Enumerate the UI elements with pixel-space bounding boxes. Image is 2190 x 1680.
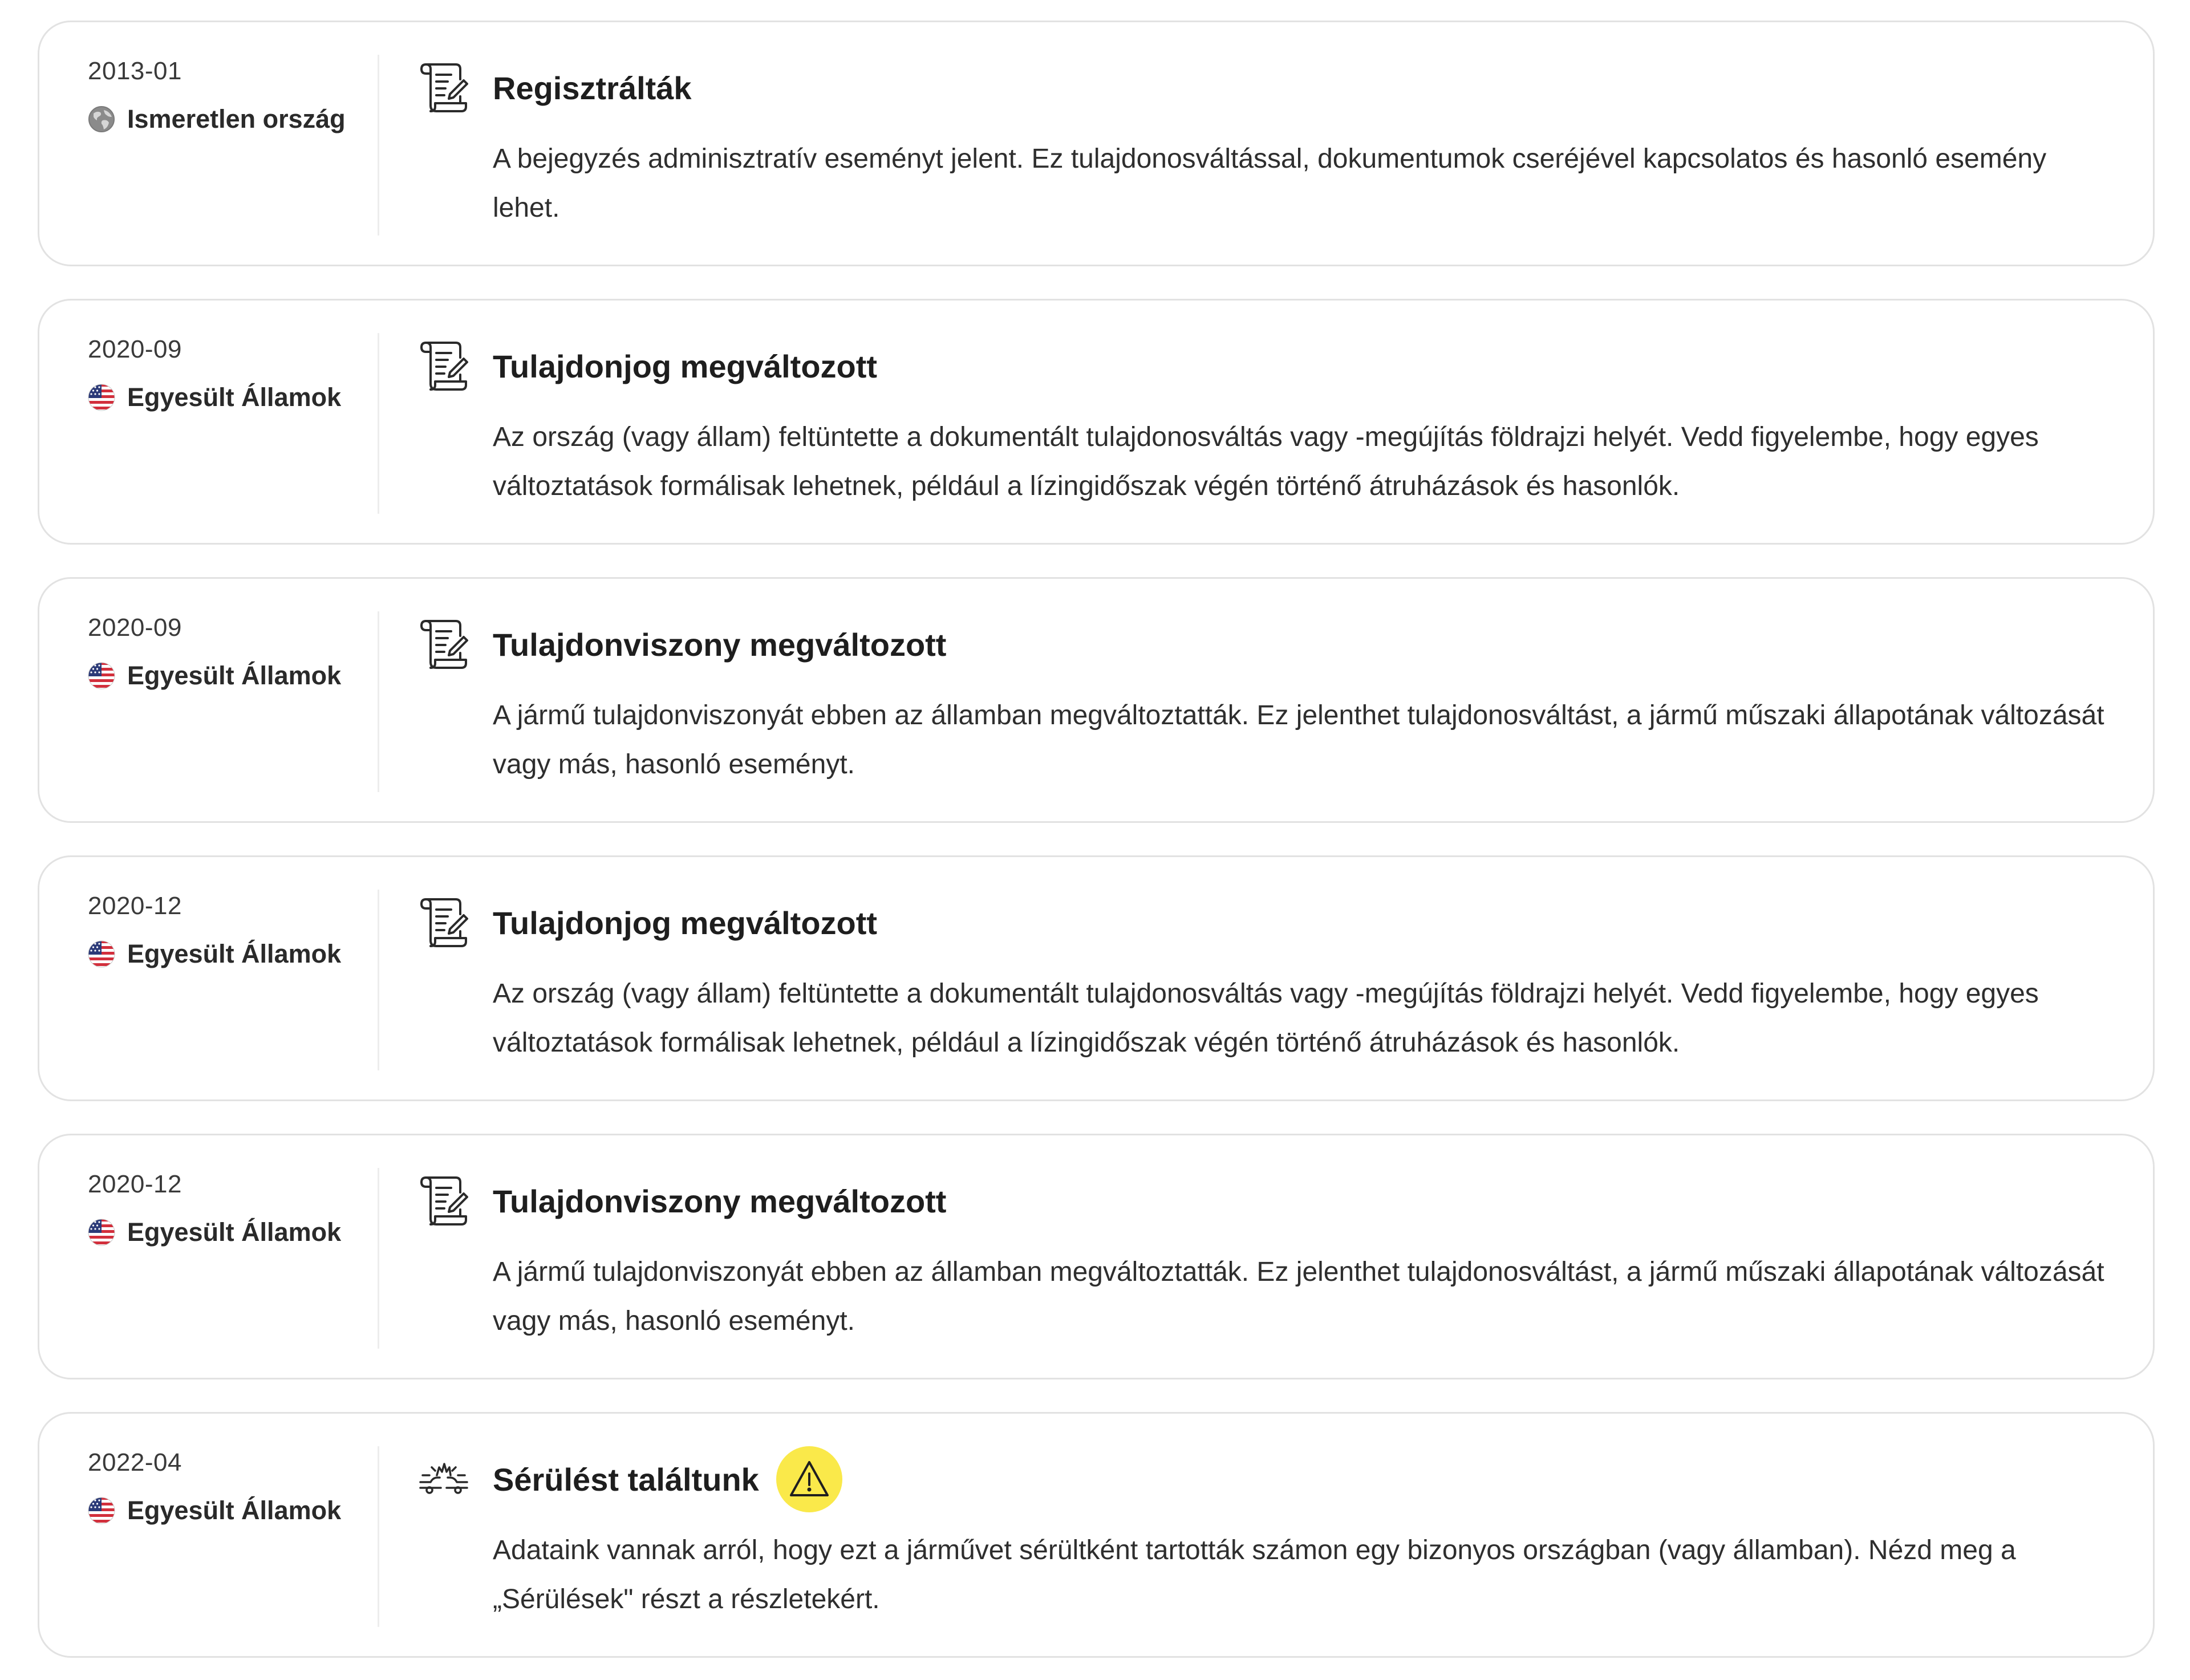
event-country: Egyesült Államok: [88, 382, 379, 413]
country-name: Egyesült Államok: [127, 661, 342, 690]
event-title: Tulajdonviszony megváltozott: [493, 626, 947, 663]
event-title-row: Sérülést találtunk: [493, 1446, 842, 1512]
event-date: 2020-12: [88, 1170, 182, 1198]
event-card-5: 2020-12 Egyesült Államok Tulajdonviszony…: [38, 1134, 2155, 1379]
event-title: Regisztrálták: [493, 70, 692, 106]
event-title-row: Tulajdonviszony megváltozott: [493, 1176, 946, 1225]
event-title: Tulajdonviszony megváltozott: [493, 1183, 947, 1219]
card-divider: [378, 333, 379, 514]
card-divider: [378, 611, 379, 792]
event-meta: 2013-01 Ismeretlen ország: [88, 55, 379, 135]
event-description: A jármű tulajdonviszonyát ebben az állam…: [493, 700, 2104, 780]
event-card-1: 2013-01 Ismeretlen ország Regisztrálták …: [38, 21, 2155, 266]
event-description: A bejegyzés adminisztratív eseményt jele…: [493, 144, 2047, 223]
event-description: Az ország (vagy állam) feltüntette a dok…: [493, 422, 2039, 501]
event-country: Egyesült Államok: [88, 938, 379, 970]
us-flag-icon: [88, 940, 115, 968]
country-name: Ismeretlen ország: [127, 104, 346, 133]
event-title: Tulajdonjog megváltozott: [493, 348, 878, 384]
event-card-2: 2020-09 Egyesült Államok Tulajdonjog meg…: [38, 299, 2155, 545]
country-name: Egyesült Államok: [127, 1218, 342, 1247]
event-meta: 2020-09 Egyesült Államok: [88, 612, 379, 692]
event-card-6: 2022-04 Egyesült Államok Sérülést talált…: [38, 1412, 2155, 1658]
event-card-4: 2020-12 Egyesült Államok Tulajdonjog meg…: [38, 855, 2155, 1101]
event-meta: 2022-04 Egyesült Államok: [88, 1447, 379, 1527]
event-title-row: Tulajdonjog megváltozott: [493, 342, 877, 391]
country-name: Egyesült Államok: [127, 383, 342, 412]
document-icon: [420, 898, 468, 947]
us-flag-icon: [88, 1219, 115, 1246]
card-divider: [378, 1168, 379, 1349]
event-description: Adataink vannak arról, hogy ezt a járműv…: [493, 1535, 2016, 1614]
crash-icon: [419, 1463, 468, 1494]
event-card-3: 2020-09 Egyesült Államok Tulajdonviszony…: [38, 577, 2155, 823]
document-icon: [420, 620, 468, 669]
globe-icon: [88, 106, 115, 132]
us-flag-icon: [88, 662, 115, 689]
event-title: Tulajdonjog megváltozott: [493, 904, 878, 941]
event-title: Sérülést találtunk: [493, 1461, 759, 1498]
document-icon: [420, 63, 468, 112]
event-date: 2022-04: [88, 1448, 182, 1476]
event-date: 2020-09: [88, 335, 182, 363]
event-timeline: 2013-01 Ismeretlen ország Regisztrálták …: [38, 21, 2155, 1658]
event-description: A jármű tulajdonviszonyát ebben az állam…: [493, 1257, 2104, 1336]
warning-badge: [776, 1446, 842, 1512]
event-meta: 2020-12 Egyesült Államok: [88, 890, 379, 970]
us-flag-icon: [88, 384, 115, 411]
event-country: Egyesült Államok: [88, 1216, 379, 1248]
card-divider: [378, 890, 379, 1070]
event-country: Egyesült Államok: [88, 660, 379, 692]
event-country: Ismeretlen ország: [88, 103, 379, 135]
event-date: 2020-12: [88, 892, 182, 920]
document-icon: [420, 1176, 468, 1225]
card-divider: [378, 55, 379, 236]
document-icon: [420, 342, 468, 391]
event-title-row: Tulajdonviszony megváltozott: [493, 620, 946, 669]
warning-icon: [789, 1461, 829, 1496]
event-date: 2020-09: [88, 614, 182, 642]
card-divider: [378, 1446, 379, 1627]
event-meta: 2020-09 Egyesült Államok: [88, 334, 379, 413]
country-name: Egyesült Államok: [127, 1496, 342, 1525]
event-country: Egyesült Államok: [88, 1495, 379, 1527]
country-name: Egyesült Államok: [127, 939, 342, 968]
us-flag-icon: [88, 1497, 115, 1524]
event-meta: 2020-12 Egyesült Államok: [88, 1168, 379, 1248]
event-description: Az ország (vagy állam) feltüntette a dok…: [493, 979, 2039, 1058]
event-title-row: Regisztrálták: [493, 63, 692, 112]
event-date: 2013-01: [88, 57, 182, 85]
event-title-row: Tulajdonjog megváltozott: [493, 898, 877, 947]
